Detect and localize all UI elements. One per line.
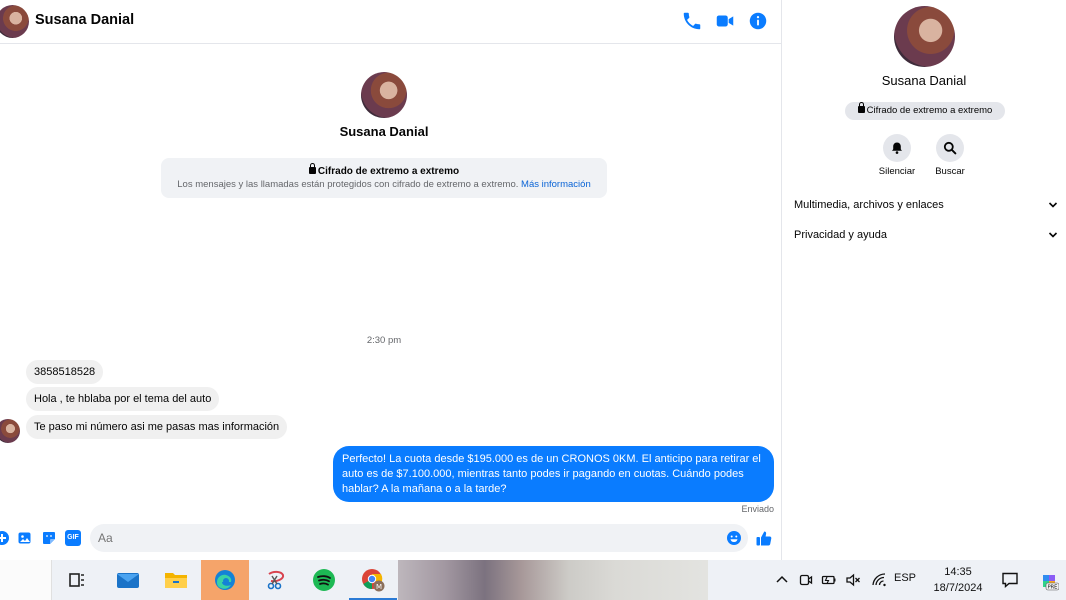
info-icon[interactable] — [747, 10, 769, 32]
lock-icon — [857, 102, 865, 113]
emoji-icon[interactable] — [726, 530, 742, 546]
mail-app-button[interactable] — [104, 560, 152, 600]
profile-name[interactable]: Susana Danial — [782, 73, 1066, 88]
show-hidden-icons-chevron-icon[interactable] — [774, 572, 790, 588]
encryption-badge: Cifrado de extremo a extremo — [845, 102, 1005, 120]
image-icon[interactable] — [17, 530, 33, 546]
lock-icon — [308, 163, 316, 174]
messenger-window: Susana Danial Susana Danial Cifrado de e… — [0, 0, 1066, 600]
contact-info-panel: Susana Danial Cifrado de extremo a extre… — [781, 0, 1066, 560]
chat-pane: Susana Danial Susana Danial Cifrado de e… — [0, 0, 781, 560]
search-action[interactable]: Buscar — [920, 134, 980, 177]
encryption-badge-text: Cifrado de extremo a extremo — [866, 105, 993, 116]
svg-text:M: M — [376, 583, 382, 591]
privacy-section-label: Privacidad y ayuda — [794, 229, 887, 241]
encryption-title: Cifrado de extremo a extremo — [161, 163, 607, 177]
outgoing-message[interactable]: Perfecto! La cuota desde $195.000 es de … — [333, 446, 774, 502]
sender-avatar[interactable] — [0, 419, 20, 443]
phone-icon[interactable] — [681, 10, 703, 32]
clock-date: 18/7/2024 — [933, 582, 983, 594]
copilot-icon[interactable]: PRE — [1039, 571, 1059, 591]
media-files-links-section[interactable]: Multimedia, archivos y enlaces — [794, 192, 1058, 218]
battery-icon[interactable] — [821, 572, 837, 588]
mail-icon — [117, 573, 139, 588]
search-icon — [943, 141, 957, 155]
chat-header: Susana Danial — [0, 0, 781, 44]
snipping-tool-icon — [267, 570, 285, 590]
search-button[interactable] — [936, 134, 964, 162]
spotify-button[interactable] — [300, 560, 348, 600]
header-avatar[interactable] — [0, 5, 29, 38]
header-contact-name[interactable]: Susana Danial — [35, 12, 134, 28]
conversation-avatar[interactable] — [361, 72, 407, 118]
encryption-text: Los mensajes y las llamadas están proteg… — [161, 179, 607, 190]
plus-circle-icon[interactable] — [0, 530, 10, 546]
incoming-message[interactable]: Hola , te hblaba por el tema del auto — [26, 387, 220, 411]
taskbar-background-area — [398, 560, 708, 600]
incoming-message[interactable]: Te paso mi número asi me pasas mas infor… — [26, 415, 288, 439]
input-language-indicator[interactable]: ESP — [894, 572, 916, 584]
chrome-icon: M — [362, 569, 385, 592]
thumbs-up-icon[interactable] — [755, 529, 773, 547]
message-timestamp: 2:30 pm — [366, 335, 402, 346]
encryption-notice: Cifrado de extremo a extremo Los mensaje… — [161, 158, 607, 198]
folder-icon — [165, 573, 187, 588]
message-composer: GIF — [0, 522, 781, 554]
encryption-title-text: Cifrado de extremo a extremo — [317, 166, 460, 177]
svg-text:PRE: PRE — [1048, 585, 1058, 591]
system-clock[interactable]: 14:35 18/7/2024 — [925, 564, 991, 596]
sent-status: Enviado — [741, 504, 774, 514]
task-view-icon — [69, 573, 84, 587]
edge-browser-button[interactable] — [201, 560, 249, 600]
chevron-down-icon — [1048, 202, 1058, 208]
conversation-contact-name: Susana Danial — [339, 124, 429, 139]
mute-label: Silenciar — [878, 166, 916, 177]
chevron-down-icon — [1048, 232, 1058, 238]
search-label: Buscar — [935, 166, 965, 177]
media-section-label: Multimedia, archivos y enlaces — [794, 199, 944, 211]
mute-button[interactable] — [883, 134, 911, 162]
snipping-tool-button[interactable] — [251, 560, 299, 600]
volume-muted-icon[interactable] — [845, 572, 861, 588]
message-input[interactable] — [90, 524, 748, 552]
learn-more-link[interactable]: Más información — [521, 179, 591, 190]
encryption-body: Los mensajes y las llamadas están proteg… — [177, 179, 519, 190]
privacy-help-section[interactable]: Privacidad y ayuda — [794, 222, 1058, 248]
windows-taskbar: M ESP 14:35 18/7/2024 PRE — [0, 560, 1066, 600]
task-view-button[interactable] — [53, 560, 101, 600]
video-camera-icon[interactable] — [714, 10, 736, 32]
chrome-browser-button[interactable]: M — [349, 560, 397, 600]
edge-icon — [215, 570, 235, 590]
notifications-icon[interactable] — [1001, 571, 1019, 589]
wifi-icon[interactable] — [871, 572, 887, 588]
profile-avatar[interactable] — [894, 6, 955, 67]
incoming-message[interactable]: 3858518528 — [26, 360, 104, 384]
clock-time: 14:35 — [944, 566, 972, 578]
meet-now-icon[interactable] — [798, 572, 814, 588]
bell-icon — [892, 142, 902, 154]
sticker-icon[interactable] — [41, 530, 57, 546]
mute-action[interactable]: Silenciar — [867, 134, 927, 177]
taskbar-search-box[interactable] — [0, 560, 52, 600]
file-explorer-button[interactable] — [152, 560, 200, 600]
gif-icon[interactable]: GIF — [65, 530, 81, 546]
spotify-icon — [313, 569, 335, 591]
